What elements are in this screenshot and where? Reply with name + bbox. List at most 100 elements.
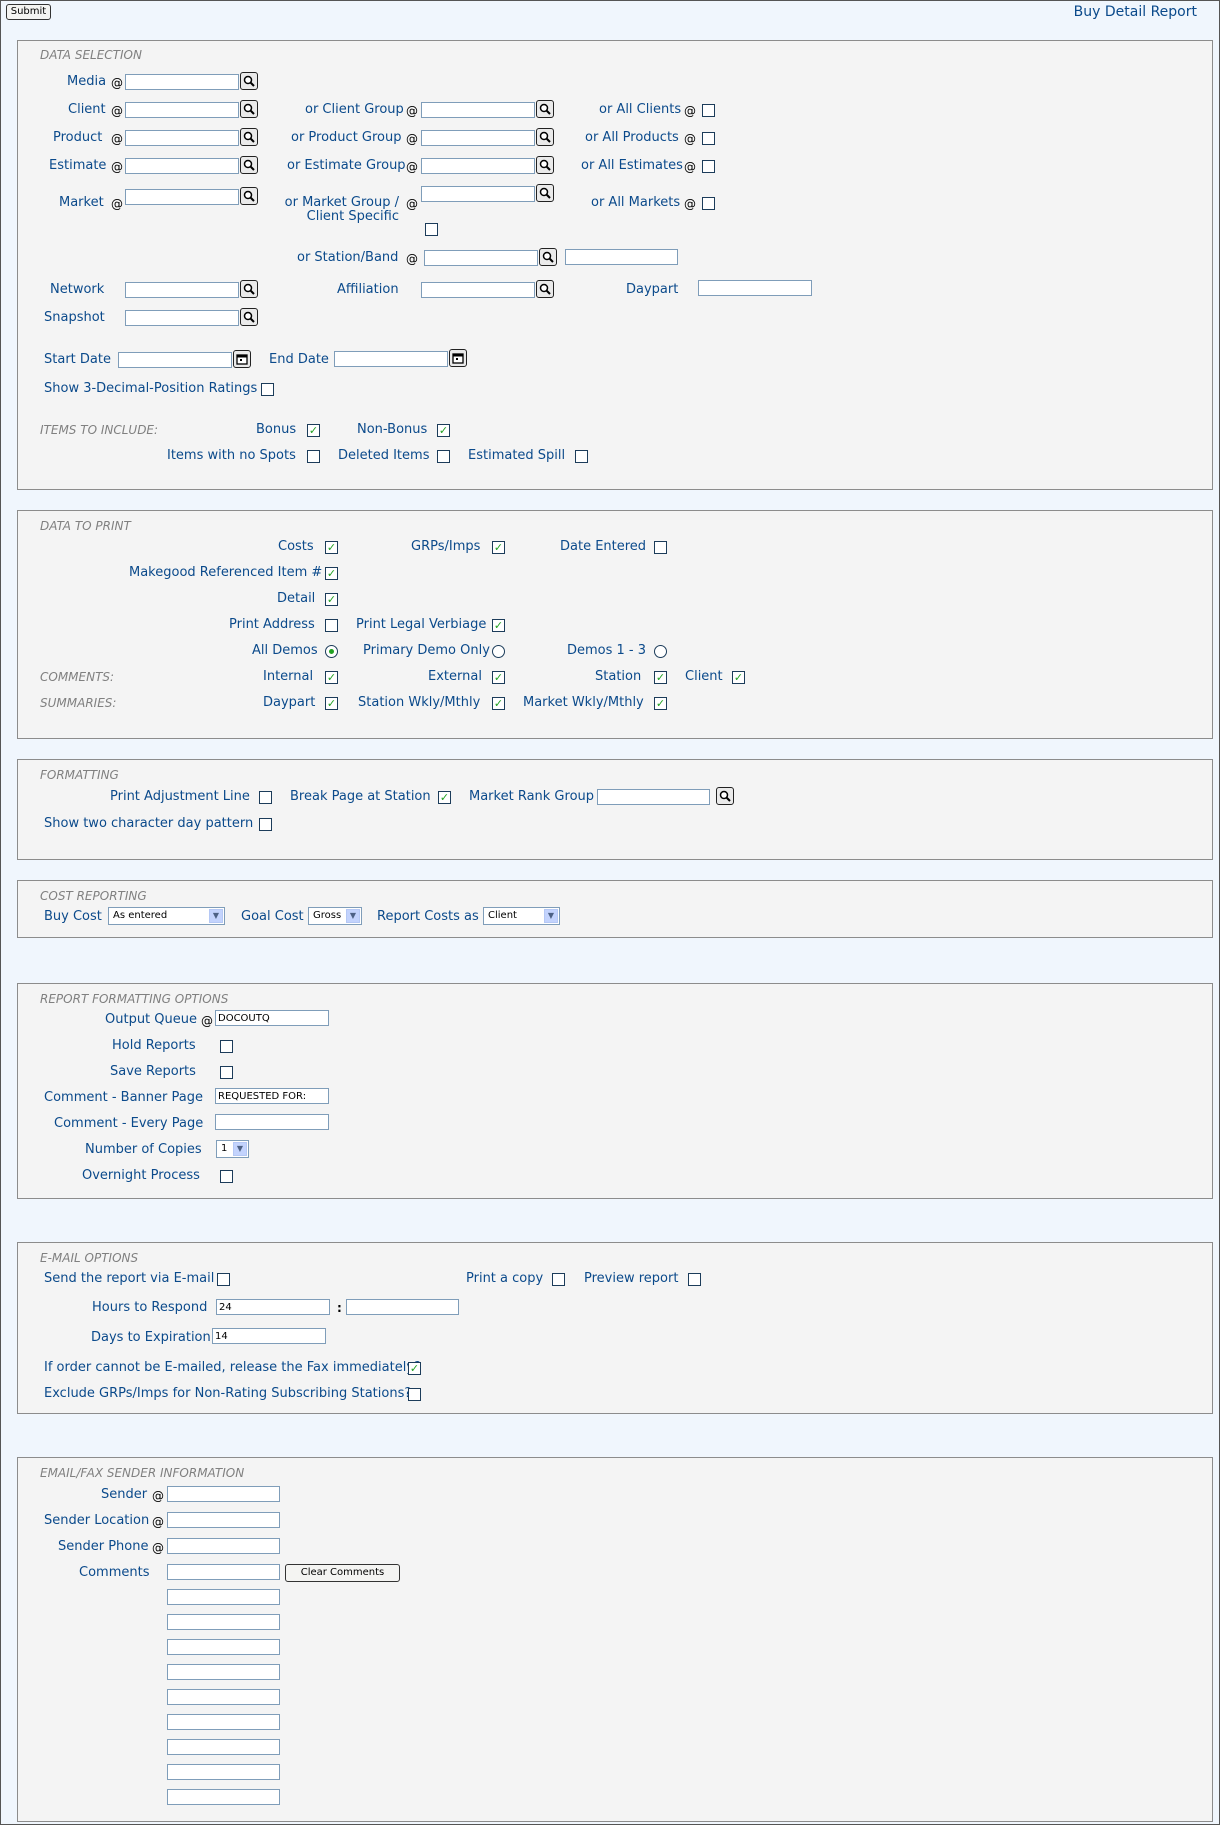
copies-select[interactable]: 1 ▼	[216, 1140, 249, 1158]
overnight-checkbox[interactable]	[220, 1170, 233, 1183]
client-input[interactable]	[125, 102, 239, 118]
client-group-input[interactable]	[421, 102, 535, 118]
all-demos-radio[interactable]	[325, 645, 338, 658]
estimate-group-input[interactable]	[421, 158, 535, 174]
search-icon[interactable]	[539, 248, 557, 266]
market-rank-input[interactable]	[597, 789, 710, 805]
comment-line-input[interactable]	[167, 1664, 280, 1680]
search-icon[interactable]	[240, 128, 258, 146]
affiliation-input[interactable]	[421, 282, 535, 298]
search-icon[interactable]	[240, 156, 258, 174]
minutes-input[interactable]	[346, 1299, 459, 1315]
report-costs-select[interactable]: Client ▼	[483, 907, 560, 925]
non-bonus-checkbox[interactable]: ✓	[437, 424, 450, 437]
daypart-summary-checkbox[interactable]: ✓	[325, 697, 338, 710]
estimate-input[interactable]	[125, 158, 239, 174]
chevron-down-icon[interactable]: ▼	[233, 1142, 247, 1156]
market-wkly-checkbox[interactable]: ✓	[654, 697, 667, 710]
internal-checkbox[interactable]: ✓	[325, 671, 338, 684]
chevron-down-icon[interactable]: ▼	[544, 909, 558, 923]
makegood-checkbox[interactable]: ✓	[325, 567, 338, 580]
sender-input[interactable]	[167, 1486, 280, 1502]
primary-demo-radio[interactable]	[492, 645, 505, 658]
estimated-spill-checkbox[interactable]	[575, 450, 588, 463]
search-icon[interactable]	[536, 280, 554, 298]
comment-line-input[interactable]	[167, 1714, 280, 1730]
chevron-down-icon[interactable]: ▼	[346, 909, 360, 923]
comment-every-input[interactable]	[215, 1114, 329, 1130]
search-icon[interactable]	[240, 72, 258, 90]
bonus-checkbox[interactable]: ✓	[307, 424, 320, 437]
no-spots-checkbox[interactable]	[307, 450, 320, 463]
print-address-checkbox[interactable]	[325, 619, 338, 632]
station-band-extra-input[interactable]	[565, 249, 678, 265]
search-icon[interactable]	[536, 156, 554, 174]
comment-line-input[interactable]	[167, 1764, 280, 1780]
comment-line-input[interactable]	[167, 1639, 280, 1655]
search-icon[interactable]	[240, 280, 258, 298]
comment-banner-input[interactable]	[215, 1088, 329, 1104]
save-reports-checkbox[interactable]	[220, 1066, 233, 1079]
comment-line-input[interactable]	[167, 1589, 280, 1605]
search-icon[interactable]	[240, 100, 258, 118]
market-input[interactable]	[125, 189, 239, 205]
detail-checkbox[interactable]: ✓	[325, 593, 338, 606]
deleted-items-checkbox[interactable]	[437, 450, 450, 463]
all-estimates-checkbox[interactable]	[702, 160, 715, 173]
print-legal-checkbox[interactable]: ✓	[492, 619, 505, 632]
comment-line-input[interactable]	[167, 1789, 280, 1805]
search-icon[interactable]	[536, 184, 554, 202]
submit-button[interactable]: Submit	[6, 4, 51, 20]
market-group-input[interactable]	[421, 186, 535, 202]
hours-input[interactable]	[216, 1299, 330, 1315]
output-queue-input[interactable]	[215, 1010, 329, 1026]
sender-phone-input[interactable]	[167, 1538, 280, 1554]
grps-imps-checkbox[interactable]: ✓	[492, 541, 505, 554]
chevron-down-icon[interactable]: ▼	[209, 909, 223, 923]
release-fax-checkbox[interactable]: ✓	[408, 1362, 421, 1375]
search-icon[interactable]	[240, 308, 258, 326]
product-input[interactable]	[125, 130, 239, 146]
print-adjustment-checkbox[interactable]	[259, 791, 272, 804]
comment-line-input[interactable]	[167, 1689, 280, 1705]
media-input[interactable]	[125, 74, 239, 90]
show-3dec-checkbox[interactable]	[261, 383, 274, 396]
product-group-input[interactable]	[421, 130, 535, 146]
search-icon[interactable]	[536, 128, 554, 146]
external-checkbox[interactable]: ✓	[492, 671, 505, 684]
print-copy-checkbox[interactable]	[552, 1273, 565, 1286]
sender-location-input[interactable]	[167, 1512, 280, 1528]
demos-1-3-radio[interactable]	[654, 645, 667, 658]
comment-line-input[interactable]	[167, 1614, 280, 1630]
network-input[interactable]	[125, 282, 239, 298]
hold-reports-checkbox[interactable]	[220, 1040, 233, 1053]
station-wkly-checkbox[interactable]: ✓	[492, 697, 505, 710]
comment-line-input[interactable]	[167, 1564, 280, 1580]
exclude-grps-checkbox[interactable]	[408, 1388, 421, 1401]
two-char-day-checkbox[interactable]	[259, 818, 272, 831]
send-email-checkbox[interactable]	[217, 1273, 230, 1286]
search-icon[interactable]	[536, 100, 554, 118]
days-input[interactable]	[212, 1328, 326, 1344]
calendar-icon[interactable]	[449, 349, 467, 367]
date-entered-checkbox[interactable]	[654, 541, 667, 554]
all-markets-checkbox[interactable]	[702, 197, 715, 210]
search-icon[interactable]	[240, 187, 258, 205]
calendar-icon[interactable]	[233, 350, 251, 368]
daypart-input[interactable]	[698, 280, 812, 296]
break-page-checkbox[interactable]: ✓	[438, 791, 451, 804]
goal-cost-select[interactable]: Gross ▼	[308, 907, 362, 925]
start-date-input[interactable]	[118, 352, 232, 368]
clear-comments-button[interactable]: Clear Comments	[285, 1564, 400, 1582]
all-clients-checkbox[interactable]	[702, 104, 715, 117]
client-comment-checkbox[interactable]: ✓	[732, 671, 745, 684]
station-band-input[interactable]	[424, 250, 538, 266]
client-specific-checkbox[interactable]	[425, 223, 438, 236]
preview-checkbox[interactable]	[688, 1273, 701, 1286]
search-icon[interactable]	[716, 787, 734, 805]
costs-checkbox[interactable]: ✓	[325, 541, 338, 554]
station-comment-checkbox[interactable]: ✓	[654, 671, 667, 684]
comment-line-input[interactable]	[167, 1739, 280, 1755]
buy-cost-select[interactable]: As entered ▼	[108, 907, 225, 925]
all-products-checkbox[interactable]	[702, 132, 715, 145]
